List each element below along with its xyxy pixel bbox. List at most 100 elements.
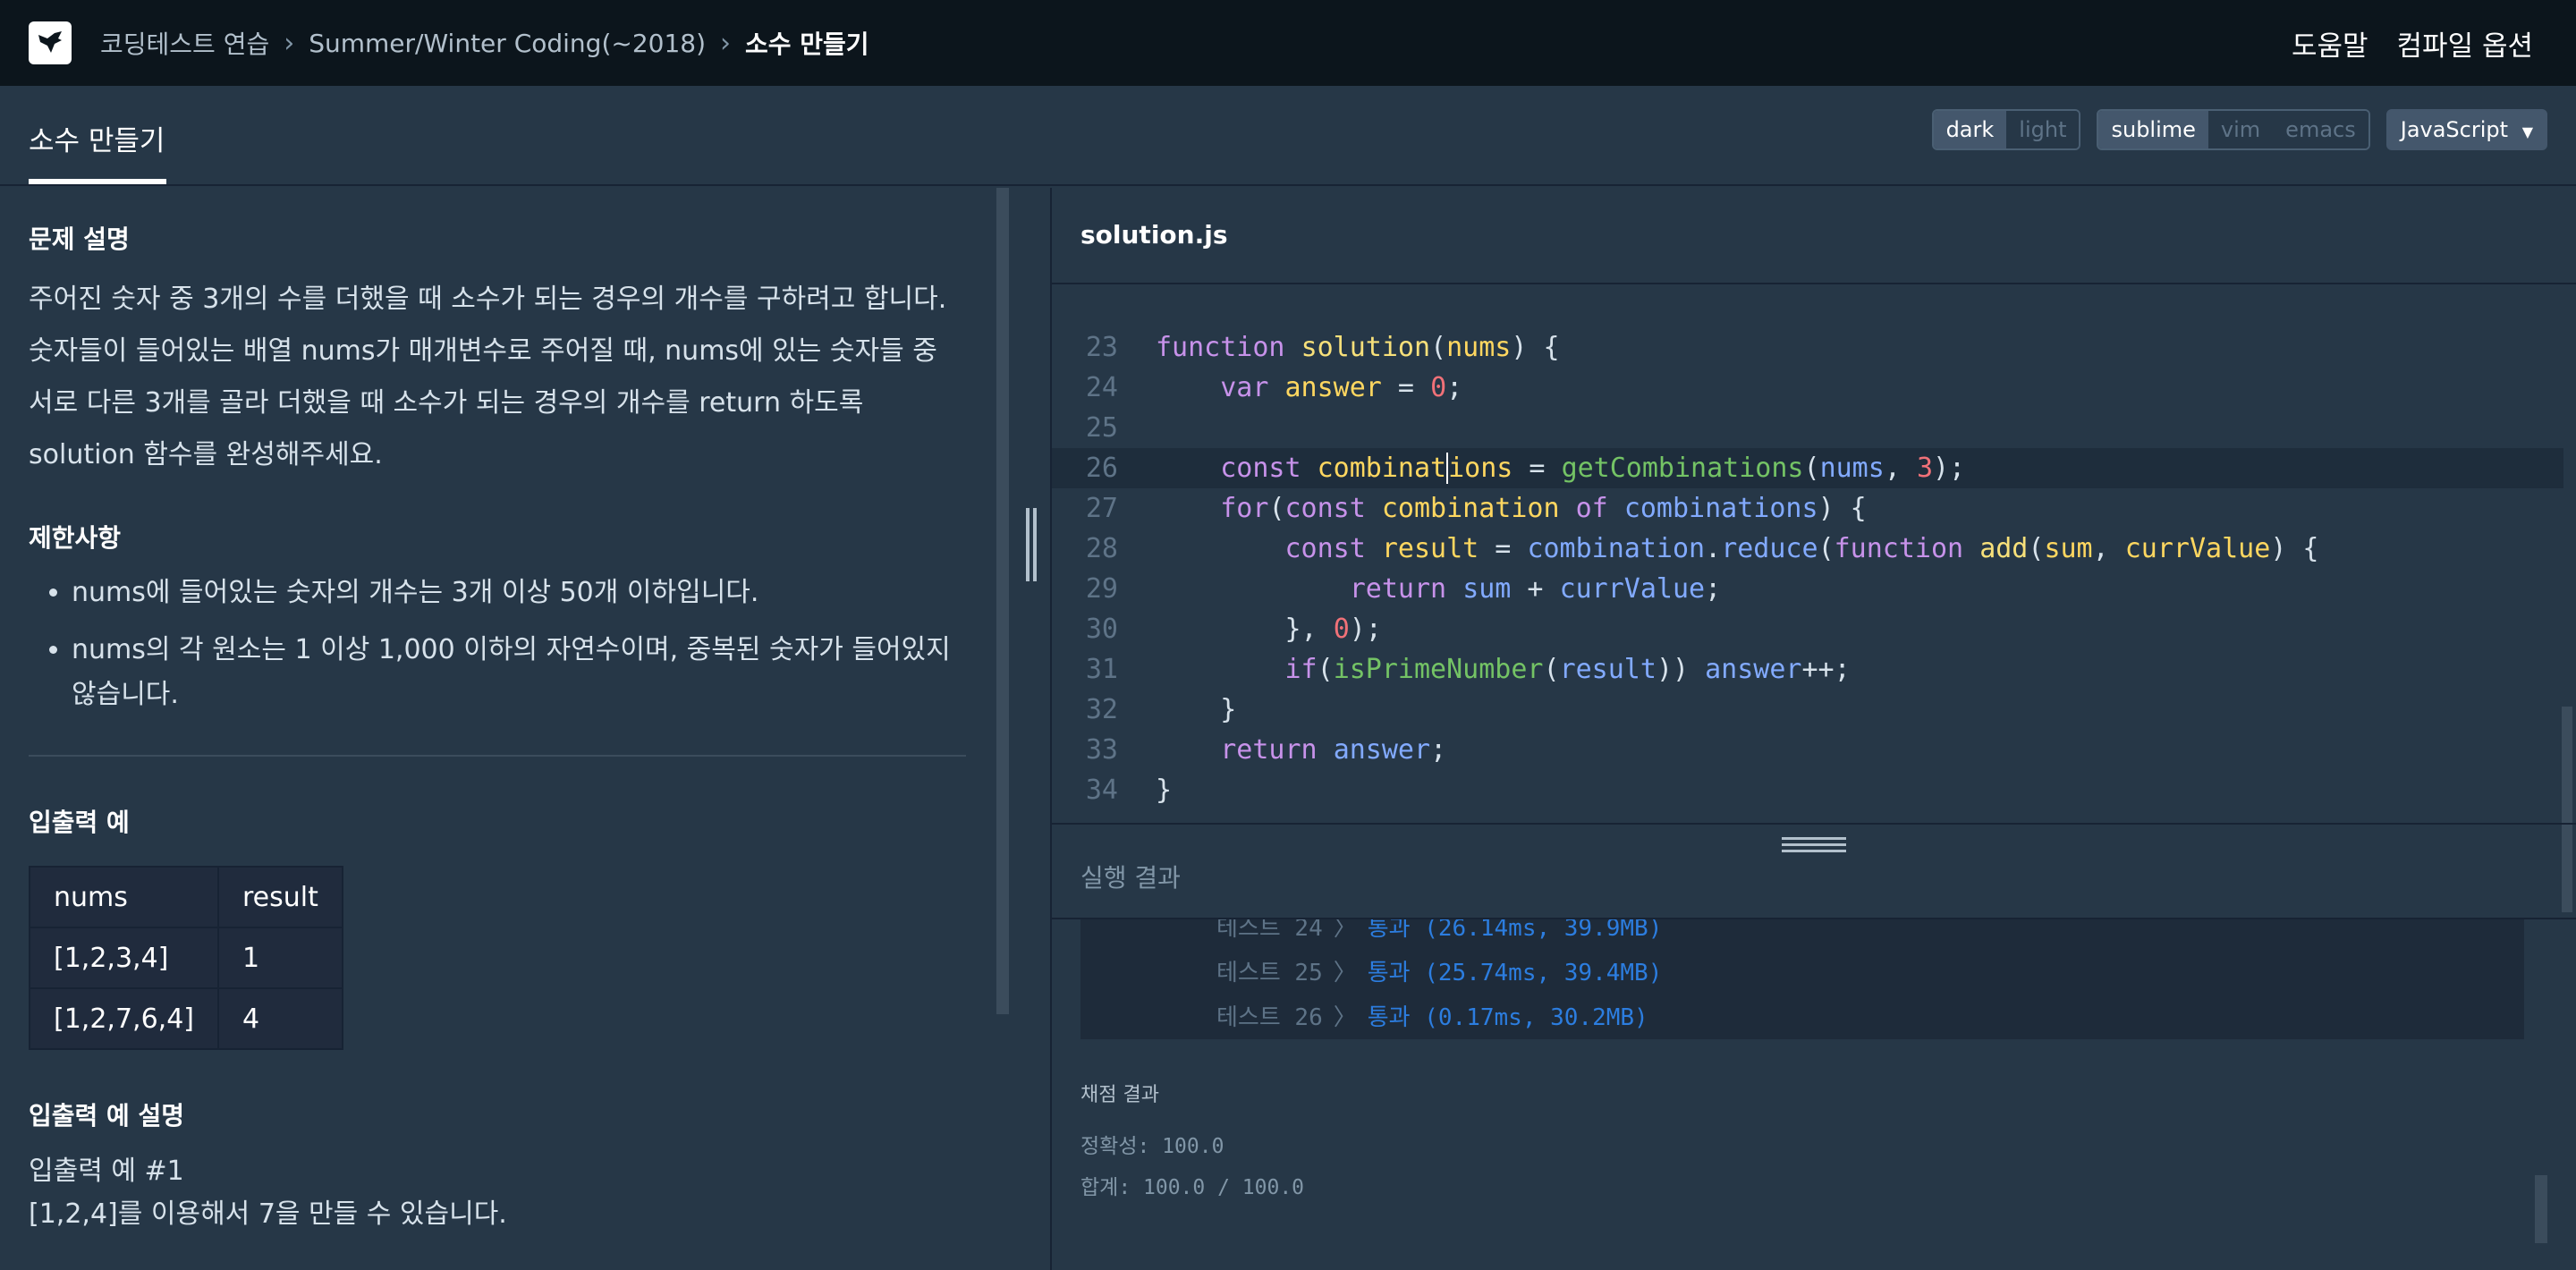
code-line[interactable]: 25 (1052, 408, 2563, 448)
line-number: 24 (1085, 372, 1118, 403)
line-number: 25 (1085, 412, 1118, 444)
test-label: 테스트 25 (1216, 960, 1323, 986)
chevron-right-icon: › (284, 27, 295, 59)
code-text: const combinations = getCombinations(num… (1220, 453, 1966, 484)
io-example-title: 입출력 예 (29, 808, 130, 837)
file-tab-bar: solution.js (1052, 188, 2576, 284)
keymap-sublime-button[interactable]: sublime (2098, 111, 2208, 148)
top-navigation: 코딩테스트 연습 › Summer/Winter Coding(~2018) ›… (0, 0, 2576, 86)
code-text: if(isPrimeNumber(result)) answer++; (1284, 654, 1851, 685)
test-result-row: 테스트 26 〉 통과 (0.17ms, 30.2MB) (1216, 1000, 1648, 1036)
table-header-result: result (217, 866, 343, 928)
line-number: 33 (1085, 734, 1118, 766)
code-text: for(const combination of combinations) { (1220, 493, 1867, 524)
breadcrumb-item-summer-winter[interactable]: Summer/Winter Coding(~2018) (309, 29, 706, 58)
table-header-row: nums result (29, 866, 343, 928)
chevron-right-icon: 〉 (1333, 919, 1357, 942)
help-link[interactable]: 도움말 (2292, 23, 2368, 64)
hummingbird-logo-icon[interactable] (29, 21, 72, 64)
io-example-table: nums result [1,2,3,4] 1 [1,2,7,6,4] 4 (29, 866, 343, 1050)
test-results-box: 테스트 24 〉 통과 (26.14ms, 39.9MB) 테스트 25 〉 통과 (2… (1080, 919, 2524, 1039)
table-cell: [1,2,3,4] (29, 927, 219, 989)
code-line[interactable]: 29 return sum + currValue; (1052, 569, 2563, 609)
table-cell: [1,2,7,6,4] (29, 987, 219, 1050)
test-result: 통과 (25.74ms, 39.4MB) (1367, 960, 1663, 986)
total-score: 합계: 100.0 / 100.0 (1080, 1176, 1305, 1199)
code-editor[interactable]: 23 function solution(nums) { 24 var answ… (1052, 286, 2576, 823)
code-text: const result = combination.reduce(functi… (1284, 533, 2319, 564)
constraints-title: 제한사항 (29, 523, 122, 553)
code-line[interactable]: 34 } (1052, 770, 2563, 810)
line-number: 28 (1085, 533, 1118, 564)
theme-dark-button[interactable]: dark (1933, 111, 2007, 148)
keymap-emacs-button[interactable]: emacs (2273, 111, 2368, 148)
breadcrumb-item-coding-test[interactable]: 코딩테스트 연습 (100, 25, 269, 61)
table-cell: 1 (217, 927, 343, 989)
keymap-vim-button[interactable]: vim (2207, 111, 2274, 148)
caret-down-icon: ▼ (2521, 123, 2533, 140)
constraint-item: nums의 각 원소는 1 이상 1,000 이하의 자연수이며, 중복된 숫자… (72, 628, 966, 717)
constraint-item: nums에 들어있는 숫자의 개수는 3개 이상 50개 이하입니다. (72, 571, 966, 615)
code-text: return answer; (1220, 734, 1447, 766)
result-scrollbar[interactable] (2535, 1175, 2547, 1243)
compile-options-link[interactable]: 컴파일 옵션 (2397, 23, 2533, 64)
line-number: 27 (1085, 493, 1118, 524)
line-number: 23 (1085, 332, 1118, 363)
io-explain-title: 입출력 예 설명 (29, 1101, 185, 1130)
test-result-row: 테스트 25 〉 통과 (25.74ms, 39.4MB) (1216, 955, 1662, 991)
line-number: 30 (1085, 614, 1118, 645)
editor-panel: solution.js 23 function solution(nums) {… (1052, 188, 2576, 1270)
line-number: 26 (1085, 453, 1118, 484)
active-tab-indicator (29, 179, 166, 184)
result-header: 실행 결과 (1052, 823, 2576, 919)
table-header-nums: nums (29, 866, 219, 928)
keymap-toggle: sublime vim emacs (2097, 109, 2370, 150)
test-label: 테스트 26 (1216, 1004, 1323, 1031)
theme-toggle: dark light (1931, 109, 2081, 150)
lesson-title-tab[interactable]: 소수 만들기 (29, 118, 165, 158)
lesson-header: 소수 만들기 dark light sublime vim emacs Java… (0, 86, 2576, 186)
problem-panel: 문제 설명 주어진 숫자 중 3개의 수를 더했을 때 소수가 되는 경우의 개… (0, 188, 1051, 1270)
code-line[interactable]: 23 function solution(nums) { (1052, 327, 2563, 368)
table-row: [1,2,7,6,4] 4 (29, 987, 343, 1050)
constraints-list: nums에 들어있는 숫자의 개수는 3개 이상 50개 이하입니다. nums… (29, 571, 966, 717)
test-result: 통과 (0.17ms, 30.2MB) (1367, 1004, 1648, 1031)
problem-scrollbar[interactable] (996, 188, 1009, 1014)
file-name: solution.js (1080, 220, 1228, 250)
test-result: 통과 (26.14ms, 39.9MB) (1367, 919, 1663, 942)
divider (29, 755, 966, 757)
resize-handle-icon[interactable] (1026, 508, 1040, 581)
language-label: JavaScript (2400, 117, 2509, 142)
code-line[interactable]: 33 return answer; (1052, 730, 2563, 770)
code-line[interactable]: 28 const result = combination.reduce(fun… (1052, 529, 2563, 569)
code-line-active[interactable]: 26 const combinations = getCombinations(… (1052, 448, 2563, 488)
code-text: return sum + currValue; (1349, 573, 1722, 605)
chevron-right-icon: › (720, 27, 732, 59)
line-number: 34 (1085, 775, 1118, 806)
drag-handle-icon[interactable] (1782, 837, 1846, 855)
test-label: 테스트 24 (1216, 919, 1323, 942)
breadcrumb: 코딩테스트 연습 › Summer/Winter Coding(~2018) ›… (100, 0, 869, 86)
code-line[interactable]: 31 if(isPrimeNumber(result)) answer++; (1052, 649, 2563, 690)
language-dropdown[interactable]: JavaScript ▼ (2385, 109, 2547, 150)
code-text: function solution(nums) { (1156, 332, 1560, 363)
chevron-right-icon: 〉 (1333, 1004, 1357, 1031)
code-text: }, 0); (1156, 614, 1382, 645)
accuracy-score: 정확성: 100.0 (1080, 1135, 1224, 1158)
io-explain-subtitle: 입출력 예 #1 (29, 1156, 184, 1187)
code-text: } (1156, 775, 1173, 806)
chevron-right-icon: 〉 (1333, 960, 1357, 986)
table-cell: 4 (217, 987, 343, 1050)
code-line[interactable]: 24 var answer = 0; (1052, 368, 2563, 408)
code-line[interactable]: 32 } (1052, 690, 2563, 730)
test-result-row: 테스트 24 〉 통과 (26.14ms, 39.9MB) (1216, 919, 1662, 946)
breadcrumb-item-current: 소수 만들기 (745, 30, 869, 59)
code-line[interactable]: 27 for(const combination of combinations… (1052, 488, 2563, 529)
io-explain-text: [1,2,4]를 이용해서 7을 만들 수 있습니다. (29, 1198, 507, 1230)
table-row: [1,2,3,4] 1 (29, 927, 343, 989)
line-number: 29 (1085, 573, 1118, 605)
code-line[interactable]: 30 }, 0); (1052, 609, 2563, 649)
line-number: 31 (1085, 654, 1118, 685)
description-title: 문제 설명 (29, 224, 130, 254)
theme-light-button[interactable]: light (2006, 111, 2080, 148)
